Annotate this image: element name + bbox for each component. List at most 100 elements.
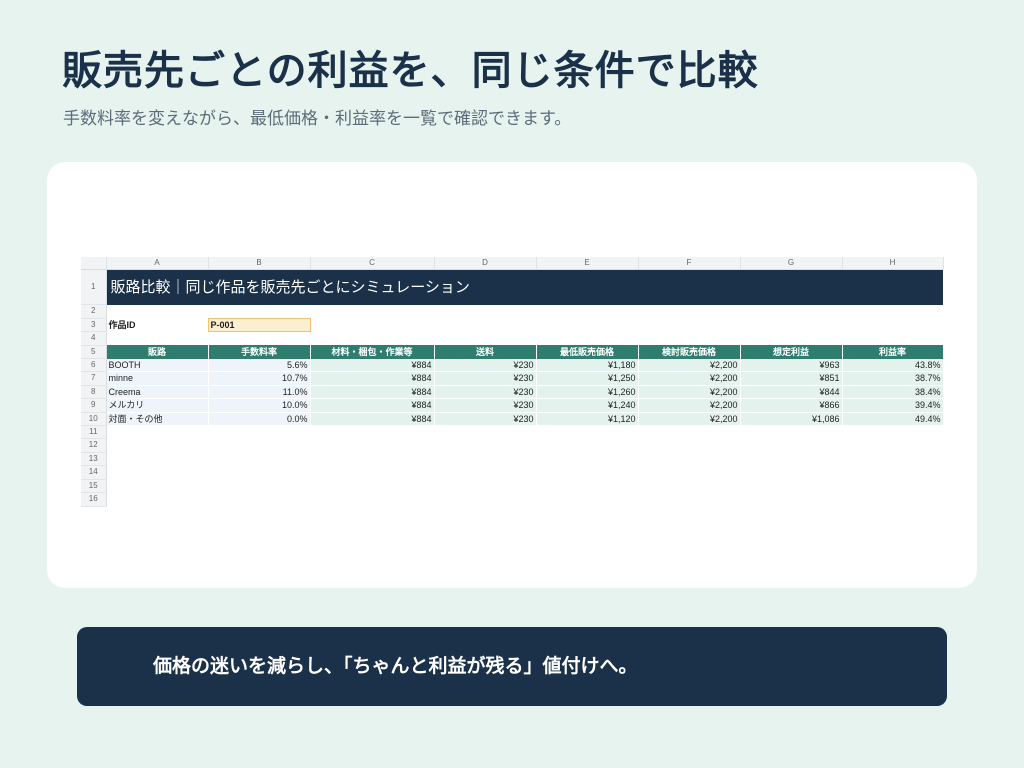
row-number[interactable]: 10 <box>81 412 107 427</box>
channel-cell[interactable]: minne <box>106 371 209 386</box>
work-id-label[interactable]: 作品ID <box>106 318 208 331</box>
channel-cell[interactable]: 対面・その他 <box>106 412 209 427</box>
row-number[interactable]: 4 <box>81 331 107 346</box>
row-number[interactable]: 2 <box>81 304 107 319</box>
column-header[interactable]: A <box>106 257 209 271</box>
header-expected-profit[interactable]: 想定利益 <box>740 345 843 359</box>
slide-headline: 販売先ごとの利益を、同じ条件で比較 <box>62 48 759 94</box>
header-shipping[interactable]: 送料 <box>434 345 537 359</box>
table-row: 6 BOOTH 5.6% ¥884 ¥230 ¥1,180 ¥2,200 ¥96… <box>81 358 944 373</box>
channel-cell[interactable]: Creema <box>106 385 209 400</box>
target-price-cell[interactable]: ¥2,200 <box>638 398 741 413</box>
margin-cell[interactable]: 38.4% <box>842 385 944 400</box>
header-min-price[interactable]: 最低販売価格 <box>536 345 639 359</box>
empty-cells[interactable] <box>106 452 943 465</box>
header-fee-rate[interactable]: 手数料率 <box>208 345 311 359</box>
shipping-cell[interactable]: ¥230 <box>434 358 537 373</box>
header-material-cost[interactable]: 材料・梱包・作業等 <box>310 345 435 359</box>
empty-row: 4 <box>81 331 943 346</box>
margin-cell[interactable]: 49.4% <box>842 412 944 427</box>
table-row: 8 Creema 11.0% ¥884 ¥230 ¥1,260 ¥2,200 ¥… <box>81 385 944 400</box>
table-row: 7 minne 10.7% ¥884 ¥230 ¥1,250 ¥2,200 ¥8… <box>81 371 944 386</box>
empty-cells[interactable] <box>106 426 943 439</box>
shipping-cell[interactable]: ¥230 <box>434 371 537 386</box>
margin-cell[interactable]: 39.4% <box>842 398 944 413</box>
min-price-cell[interactable]: ¥1,260 <box>536 385 639 400</box>
sheet-title[interactable]: 販路比較｜同じ作品を販売先ごとにシミュレーション <box>106 269 943 305</box>
slide-subline: 手数料率を変えながら、最低価格・利益率を一覧で確認できます。 <box>63 109 572 129</box>
row-number[interactable]: 13 <box>81 452 107 467</box>
empty-row: 15 <box>81 479 943 494</box>
work-id-input[interactable]: P-001 <box>207 317 311 333</box>
header-channel[interactable]: 販路 <box>106 345 209 359</box>
fee-rate-cell[interactable]: 5.6% <box>208 358 311 373</box>
empty-row: 2 <box>81 304 943 319</box>
target-price-cell[interactable]: ¥2,200 <box>638 412 741 427</box>
column-header[interactable]: D <box>434 257 537 271</box>
expected-profit-cell[interactable]: ¥851 <box>740 371 843 386</box>
expected-profit-cell[interactable]: ¥866 <box>740 398 843 413</box>
shipping-cell[interactable]: ¥230 <box>434 398 537 413</box>
corner-cell[interactable] <box>81 257 107 271</box>
target-price-cell[interactable]: ¥2,200 <box>638 371 741 386</box>
expected-profit-cell[interactable]: ¥844 <box>740 385 843 400</box>
fee-rate-cell[interactable]: 11.0% <box>208 385 311 400</box>
column-header[interactable]: H <box>842 257 944 271</box>
empty-cells[interactable] <box>106 305 943 318</box>
min-price-cell[interactable]: ¥1,120 <box>536 412 639 427</box>
row-number[interactable]: 1 <box>81 269 107 306</box>
empty-cells[interactable] <box>106 332 943 345</box>
expected-profit-cell[interactable]: ¥963 <box>740 358 843 373</box>
fee-rate-cell[interactable]: 10.7% <box>208 371 311 386</box>
row-number[interactable]: 14 <box>81 465 107 480</box>
row-number[interactable]: 15 <box>81 479 107 494</box>
target-price-cell[interactable]: ¥2,200 <box>638 385 741 400</box>
channel-cell[interactable]: BOOTH <box>106 358 209 373</box>
table-row: 10 対面・その他 0.0% ¥884 ¥230 ¥1,120 ¥2,200 ¥… <box>81 412 944 427</box>
row-number[interactable]: 5 <box>81 345 107 360</box>
target-price-cell[interactable]: ¥2,200 <box>638 358 741 373</box>
table-row: 9 メルカリ 10.0% ¥884 ¥230 ¥1,240 ¥2,200 ¥86… <box>81 398 944 413</box>
row-number[interactable]: 9 <box>81 398 107 413</box>
shipping-cell[interactable]: ¥230 <box>434 385 537 400</box>
column-header[interactable]: F <box>638 257 741 271</box>
row-number[interactable]: 3 <box>81 318 107 333</box>
fee-rate-cell[interactable]: 10.0% <box>208 398 311 413</box>
margin-cell[interactable]: 38.7% <box>842 371 944 386</box>
empty-row: 12 <box>81 438 943 453</box>
shipping-cell[interactable]: ¥230 <box>434 412 537 427</box>
fee-rate-cell[interactable]: 0.0% <box>208 412 311 427</box>
column-header[interactable]: E <box>536 257 639 271</box>
empty-row: 14 <box>81 465 943 480</box>
material-cost-cell[interactable]: ¥884 <box>310 412 435 427</box>
material-cost-cell[interactable]: ¥884 <box>310 398 435 413</box>
row-number[interactable]: 6 <box>81 358 107 373</box>
material-cost-cell[interactable]: ¥884 <box>310 385 435 400</box>
row-number[interactable]: 7 <box>81 371 107 386</box>
material-cost-cell[interactable]: ¥884 <box>310 371 435 386</box>
min-price-cell[interactable]: ¥1,180 <box>536 358 639 373</box>
empty-cells[interactable] <box>106 466 943 479</box>
min-price-cell[interactable]: ¥1,240 <box>536 398 639 413</box>
row-number[interactable]: 16 <box>81 492 107 507</box>
row-number[interactable]: 11 <box>81 425 107 440</box>
empty-cells[interactable] <box>106 479 943 492</box>
material-cost-cell[interactable]: ¥884 <box>310 358 435 373</box>
column-header[interactable]: G <box>740 257 843 271</box>
empty-cells[interactable] <box>106 439 943 452</box>
row-number[interactable]: 8 <box>81 385 107 400</box>
min-price-cell[interactable]: ¥1,250 <box>536 371 639 386</box>
spreadsheet[interactable]: A B C D E F G H 1 販路比較｜同じ作品を販売先ごとにシミュレーシ… <box>81 257 944 507</box>
channel-cell[interactable]: メルカリ <box>106 398 209 413</box>
margin-cell[interactable]: 43.8% <box>842 358 944 373</box>
table-header-row: 5 販路 手数料率 材料・梱包・作業等 送料 最低販売価格 検討販売価格 想定利… <box>81 345 944 360</box>
header-target-price[interactable]: 検討販売価格 <box>638 345 741 359</box>
column-header[interactable]: C <box>310 257 435 271</box>
empty-cells[interactable] <box>310 318 943 331</box>
expected-profit-cell[interactable]: ¥1,086 <box>740 412 843 427</box>
empty-cells[interactable] <box>106 493 943 506</box>
column-header[interactable]: B <box>208 257 311 271</box>
header-margin[interactable]: 利益率 <box>842 345 944 359</box>
work-id-row: 3 作品ID P-001 <box>81 317 943 333</box>
row-number[interactable]: 12 <box>81 438 107 453</box>
